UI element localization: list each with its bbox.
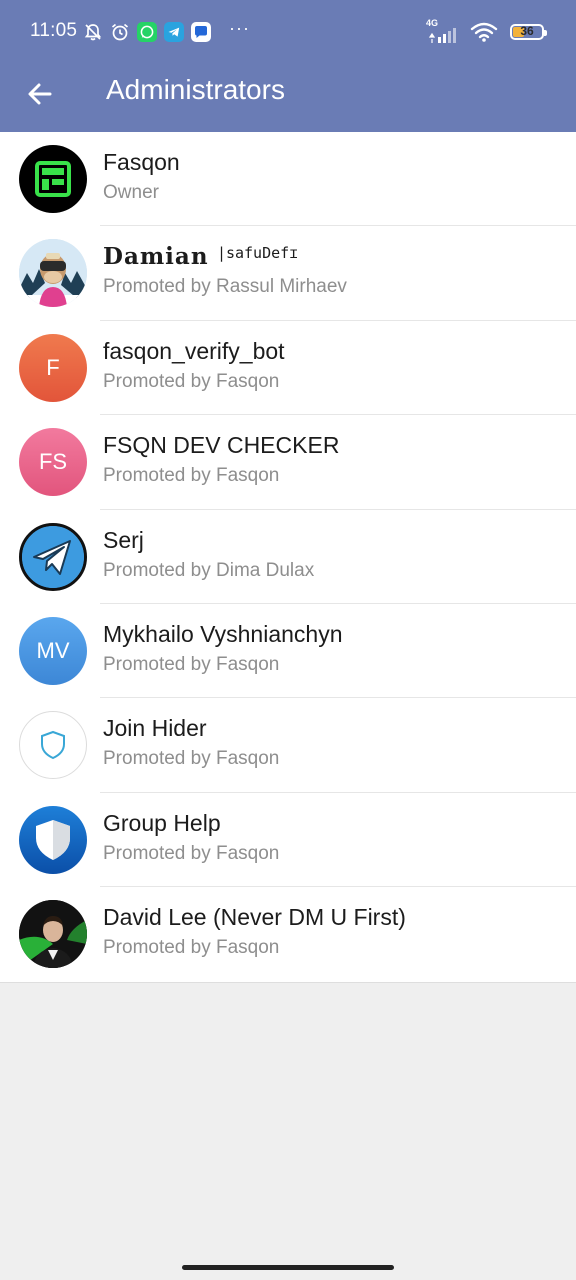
admin-name: FSQN DEV CHECKER	[103, 432, 340, 459]
arrow-left-icon	[28, 83, 52, 105]
admin-promoted-by: Promoted by Fasqon	[103, 653, 280, 675]
shield-icon	[19, 805, 87, 874]
admin-row-fasqon-verify-bot[interactable]: F fasqon_verify_bot Promoted by Fasqon	[0, 321, 576, 416]
admin-name: Group Help	[103, 809, 221, 836]
admin-list: Fasqon Owner Damian |safuDefɪ Promoted b…	[0, 132, 576, 983]
person-photo-icon	[19, 900, 87, 969]
admin-row-damian[interactable]: Damian |safuDefɪ Promoted by Rassul Mirh…	[0, 226, 576, 321]
avatar-initials: FS	[19, 428, 87, 497]
admin-promoted-by: Promoted by Fasqon	[103, 937, 280, 959]
notification-icons: ···	[82, 18, 250, 44]
admin-row-mykhailo[interactable]: MV Mykhailo Vyshnianchyn Promoted by Fas…	[0, 604, 576, 699]
ape-avatar-icon	[19, 239, 87, 308]
battery-tip	[544, 30, 547, 36]
admin-promoted-by: Promoted by Fasqon	[103, 370, 280, 392]
app-bar: Administrators	[0, 64, 576, 132]
signal-icon: 4G	[426, 18, 462, 44]
admin-name: Join Hider	[103, 715, 207, 742]
network-label: 4G	[426, 18, 439, 28]
fasqon-logo-icon	[19, 145, 87, 213]
admin-promoted-by: Promoted by Fasqon	[103, 465, 280, 487]
admin-name: Damian |safuDefɪ	[103, 243, 298, 270]
admin-row-fasqon[interactable]: Fasqon Owner	[0, 132, 576, 227]
wifi-icon	[470, 21, 498, 43]
admin-row-join-hider[interactable]: Join Hider Promoted by Fasqon	[0, 698, 576, 793]
admin-name: Mykhailo Vyshnianchyn	[103, 620, 343, 647]
admin-role: Owner	[103, 182, 159, 203]
back-button[interactable]	[18, 72, 62, 116]
avatar-initials: F	[19, 333, 87, 402]
more-notifications-icon: ···	[229, 18, 250, 38]
shield-outline-icon	[19, 711, 87, 780]
admin-row-fsqn-dev-checker[interactable]: FS FSQN DEV CHECKER Promoted by Fasqon	[0, 415, 576, 510]
admin-promoted-by: Promoted by Dima Dulax	[103, 559, 315, 581]
admin-name: fasqon_verify_bot	[103, 337, 285, 364]
alarm-icon	[109, 22, 130, 43]
admin-row-serj[interactable]: Serj Promoted by Dima Dulax	[0, 510, 576, 604]
system-icons: 4G 36	[426, 18, 547, 46]
bell-off-icon	[82, 22, 103, 43]
admin-name: Serj	[103, 526, 144, 553]
top-bar: 11:05 ··· 4G 36 Administrators	[0, 0, 576, 132]
admin-name-main: Damian	[103, 243, 209, 271]
admin-promoted-by: Promoted by Fasqon	[103, 842, 280, 864]
whatsapp-icon	[136, 22, 157, 43]
paper-plane-icon	[19, 522, 87, 591]
admin-promoted-by: Promoted by Rassul Mirhaev	[103, 276, 347, 298]
battery-level: 36	[520, 24, 534, 38]
admin-name: Fasqon	[103, 149, 180, 175]
home-indicator[interactable]	[182, 1265, 394, 1270]
status-time: 11:05	[30, 20, 78, 41]
admin-row-david-lee[interactable]: David Lee (Never DM U First) Promoted by…	[0, 887, 576, 981]
screen: 11:05 ··· 4G 36 Administrators Fasqon Ow…	[0, 0, 576, 1280]
avatar-initials: MV	[19, 616, 87, 685]
telegram-icon	[163, 22, 184, 43]
battery-icon: 36	[510, 24, 547, 40]
admin-row-group-help[interactable]: Group Help Promoted by Fasqon	[0, 793, 576, 888]
admin-name: David Lee (Never DM U First)	[103, 904, 406, 931]
admin-name-tag: |safuDefɪ	[216, 244, 299, 263]
admin-promoted-by: Promoted by Fasqon	[103, 748, 280, 770]
page-title: Administrators	[106, 74, 285, 105]
messages-icon	[190, 22, 211, 43]
status-bar: 11:05 ··· 4G 36	[0, 0, 576, 64]
